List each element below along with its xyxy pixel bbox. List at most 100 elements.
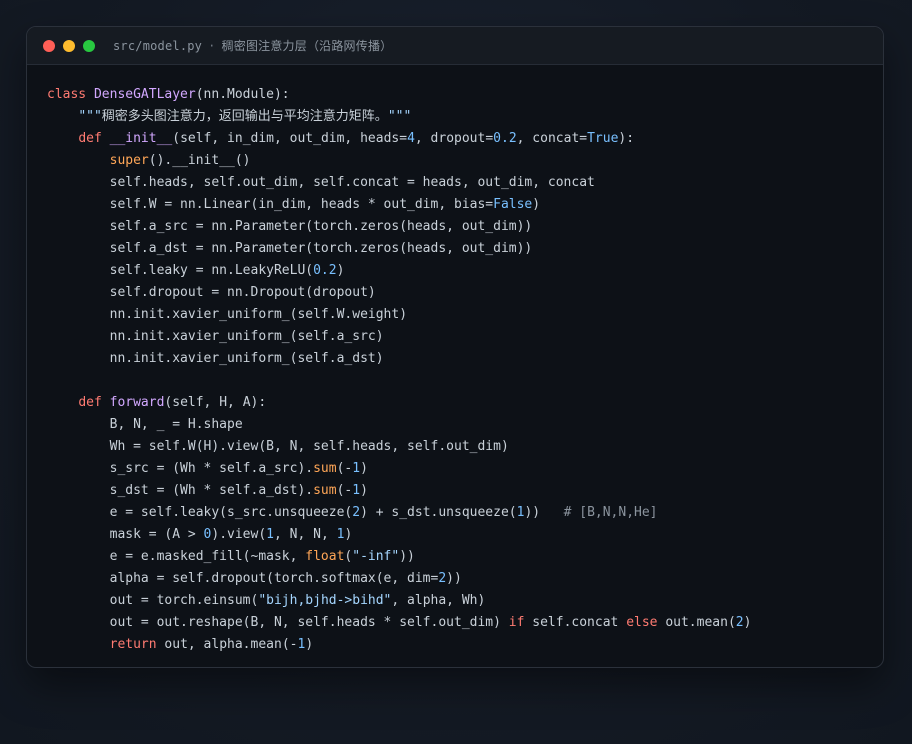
code-line: self.dropout = nn.Dropout(dropout) — [47, 282, 751, 304]
code-token: """ — [387, 109, 412, 124]
code-token: def — [78, 131, 110, 146]
code-line: class DenseGATLayer(nn.Module): — [47, 84, 751, 106]
code-token: ().__init__() — [148, 153, 251, 168]
code-token: e = self.leaky(s_src.unsqueeze( — [47, 505, 353, 520]
code-token: ): — [618, 131, 635, 146]
code-token: __init__ — [109, 131, 173, 146]
title-separator: · — [208, 39, 216, 53]
maximize-window-button[interactable] — [83, 39, 95, 52]
code-token: ) — [336, 263, 345, 278]
close-window-button[interactable] — [43, 39, 55, 52]
code-line: out = torch.einsum("bijh,bjhd->bihd", al… — [47, 590, 751, 612]
code-token: sum — [313, 483, 337, 498]
code-line: self.heads, self.out_dim, self.concat = … — [47, 172, 751, 194]
code-token: False — [493, 197, 533, 212]
code-token: "-inf" — [352, 549, 400, 564]
code-token: (- — [336, 461, 353, 476]
code-token: mask = (A > — [47, 527, 204, 542]
code-line: Wh = self.W(H).view(B, N, self.heads, se… — [47, 436, 751, 458]
code-token: ) — [344, 527, 353, 542]
code-token: , alpha, Wh) — [391, 593, 486, 608]
code-line: self.leaky = nn.LeakyReLU(0.2) — [47, 260, 751, 282]
code-line: self.W = nn.Linear(in_dim, heads * out_d… — [47, 194, 751, 216]
code-token: self.W = nn.Linear(in_dim, heads * out_d… — [47, 197, 494, 212]
code-token: forward — [109, 395, 165, 410]
code-token: 1 — [352, 461, 361, 476]
code-token: float — [305, 549, 345, 564]
code-token: 0.2 — [313, 263, 337, 278]
code-token: sum — [313, 461, 337, 476]
code-line: self.a_src = nn.Parameter(torch.zeros(he… — [47, 216, 751, 238]
code-token: ) — [305, 637, 314, 652]
code-token: , concat= — [516, 131, 588, 146]
code-line: s_dst = (Wh * self.a_dst).sum(-1) — [47, 480, 751, 502]
code-token: ) — [360, 461, 368, 476]
window-controls — [43, 39, 95, 52]
minimize-window-button[interactable] — [63, 39, 75, 52]
code-token: e = e.masked_fill(~mask, — [47, 549, 306, 564]
code-line: e = self.leaky(s_src.unsqueeze(2) + s_ds… — [47, 502, 751, 524]
code-token: # [B,N,N,He] — [563, 505, 658, 520]
code-token: nn.init.xavier_uniform_(self.a_src) — [47, 329, 384, 344]
code-token: 2 — [735, 615, 744, 630]
code-line: super().__init__() — [47, 150, 751, 172]
code-token: self.a_src = nn.Parameter(torch.zeros(he… — [47, 219, 533, 234]
code-token: out.mean( — [657, 615, 736, 630]
code-token: 1 — [352, 483, 361, 498]
code-line: """稠密多头图注意力，返回输出与平均注意力矩阵。""" — [47, 106, 751, 128]
code-token: 稠密多头图注意力，返回输出与平均注意力矩阵。 — [101, 109, 388, 124]
code-token: super — [109, 153, 149, 168]
code-token: , N, N, — [274, 527, 337, 542]
code-token: 4 — [407, 131, 415, 146]
code-token: nn.init.xavier_uniform_(self.W.weight) — [47, 307, 408, 322]
code-token: )) — [446, 571, 462, 586]
code-line: s_src = (Wh * self.a_src).sum(-1) — [47, 458, 751, 480]
code-line: out = out.reshape(B, N, self.heads * sel… — [47, 612, 752, 634]
code-line: alpha = self.dropout(torch.softmax(e, di… — [47, 568, 751, 590]
code-token: out = torch.einsum( — [47, 593, 259, 608]
code-token: self.a_dst = nn.Parameter(torch.zeros(he… — [47, 241, 533, 256]
code-token: self.heads, self.out_dim, self.concat = … — [47, 175, 595, 190]
code-token: DenseGATLayer — [93, 87, 196, 102]
code-line: def forward(self, H, A): — [47, 392, 751, 414]
code-token: out = out.reshape(B, N, self.heads * sel… — [47, 615, 509, 630]
code-line: def __init__(self, in_dim, out_dim, head… — [47, 128, 751, 150]
code-token: Wh = self.W(H).view(B, N, self.heads, se… — [47, 439, 509, 454]
code-token: )) — [524, 505, 564, 520]
code-token: s_src = (Wh * self.a_src). — [47, 461, 314, 476]
code-token: self.concat — [524, 615, 627, 630]
code-token: class — [47, 87, 94, 102]
code-token: 1 — [266, 527, 274, 542]
code-line: return out, alpha.mean(-1) — [47, 634, 751, 656]
file-path: src/model.py — [113, 39, 203, 53]
code-block: class DenseGATLayer(nn.Module): """稠密多头图… — [47, 84, 751, 656]
code-token: (nn.Module): — [195, 87, 290, 102]
title-bar: src/model.py · 稠密图注意力层（沿路网传播） — [27, 27, 883, 65]
code-token: ) + s_dst.unsqueeze( — [360, 505, 517, 520]
code-token: self.dropout = nn.Dropout(dropout) — [47, 285, 376, 300]
code-token: 0.2 — [493, 131, 517, 146]
code-token: ).view( — [211, 527, 267, 542]
code-token: """ — [78, 109, 102, 124]
code-token: B, N, _ = H.shape — [47, 417, 243, 432]
code-token: (self, H, A): — [164, 395, 267, 410]
code-line: nn.init.xavier_uniform_(self.a_src) — [47, 326, 751, 348]
window-title: src/model.py · 稠密图注意力层（沿路网传播） — [113, 37, 392, 54]
code-token: 2 — [438, 571, 447, 586]
code-token: def — [78, 395, 110, 410]
code-line: self.a_dst = nn.Parameter(torch.zeros(he… — [47, 238, 751, 260]
code-token: nn.init.xavier_uniform_(self.a_dst) — [47, 351, 384, 366]
code-token: )) — [399, 549, 415, 564]
code-line: mask = (A > 0).view(1, N, N, 1) — [47, 524, 751, 546]
code-token: (self, in_dim, out_dim, heads= — [172, 131, 408, 146]
code-token: if — [508, 615, 525, 630]
code-token: ) — [360, 483, 368, 498]
code-token: ) — [743, 615, 752, 630]
code-token: ) — [532, 197, 541, 212]
code-line: nn.init.xavier_uniform_(self.W.weight) — [47, 304, 751, 326]
